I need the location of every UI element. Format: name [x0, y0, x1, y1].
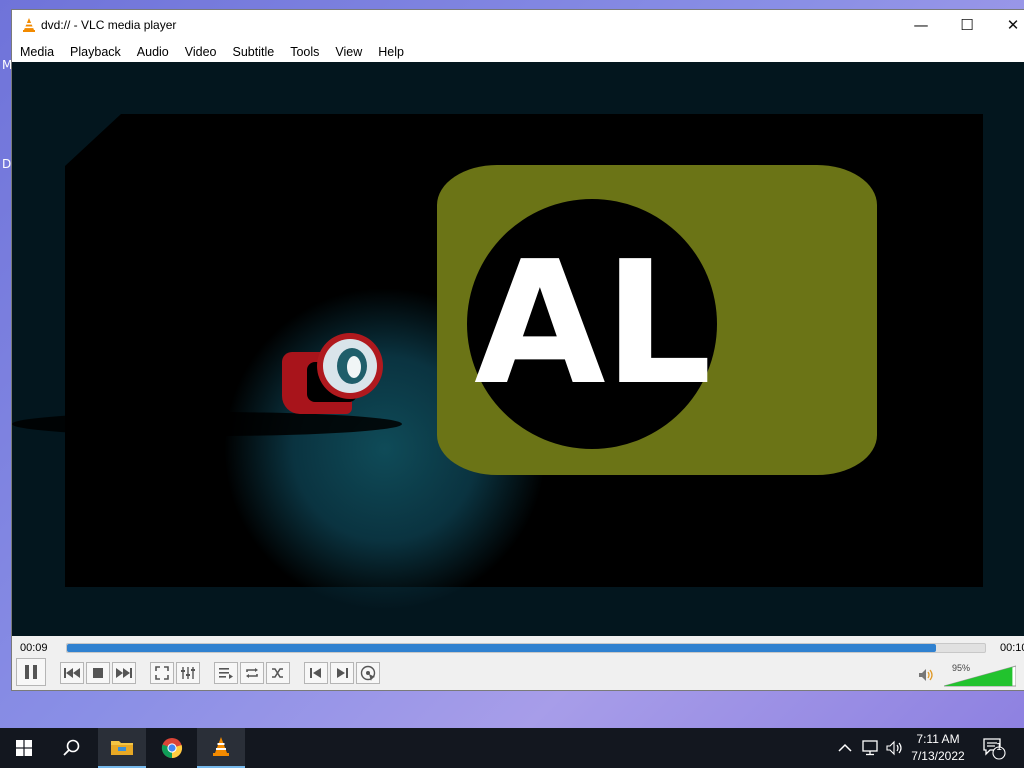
elapsed-time: 00:09 — [20, 642, 48, 654]
playlist-icon — [219, 668, 233, 679]
character-shadow — [12, 412, 402, 436]
vlc-cone-icon — [23, 18, 35, 32]
total-time: 00:10 — [1000, 642, 1024, 654]
close-button[interactable]: ✕ — [990, 10, 1024, 40]
chrome-icon — [161, 738, 183, 759]
menu-tools[interactable]: Tools — [282, 42, 327, 62]
seek-progress — [67, 644, 937, 652]
disc-menu-icon — [360, 665, 376, 681]
shuffle-icon — [272, 668, 283, 678]
minimize-icon: — — [913, 16, 929, 34]
character-eye — [317, 333, 383, 399]
start-button[interactable] — [0, 728, 48, 768]
file-explorer-button[interactable] — [98, 728, 146, 768]
menu-audio[interactable]: Audio — [129, 42, 177, 62]
chevron-up-icon — [838, 743, 852, 752]
menu-video[interactable]: Video — [177, 42, 225, 62]
volume-slider[interactable] — [944, 665, 1016, 687]
menu-help[interactable]: Help — [370, 42, 412, 62]
taskbar: 7:11 AM 7/13/2022 1 — [0, 728, 1024, 768]
next-chapter-button[interactable] — [112, 662, 136, 684]
menu-media[interactable]: Media — [12, 42, 62, 62]
skip-back-icon — [310, 668, 321, 678]
minimize-button[interactable]: — — [898, 10, 944, 40]
file-explorer-icon — [111, 741, 133, 755]
eye-white — [323, 339, 377, 393]
disc-menu-button[interactable] — [356, 662, 380, 684]
frame-by-frame-button[interactable] — [330, 662, 354, 684]
previous-icon — [64, 668, 80, 678]
speaker-tray-icon — [886, 740, 902, 756]
search-button[interactable] — [48, 728, 96, 768]
chrome-button[interactable] — [148, 728, 196, 768]
clock[interactable]: 7:11 AM 7/13/2022 — [905, 731, 971, 765]
desktop-icon-label: D — [2, 157, 12, 171]
loop-button[interactable] — [240, 662, 264, 684]
random-button[interactable] — [266, 662, 290, 684]
loop-icon — [246, 668, 258, 678]
window-title: dvd:// - VLC media player — [41, 18, 177, 32]
previous-chapter-button[interactable] — [60, 662, 84, 684]
action-center-button[interactable]: 1 — [982, 728, 1006, 768]
playlist-button[interactable] — [214, 662, 238, 684]
show-hidden-icons-button[interactable] — [838, 728, 852, 768]
vlc-taskbar-button[interactable] — [197, 728, 245, 768]
previous-frame-button[interactable] — [304, 662, 328, 684]
eye-pupil — [347, 356, 361, 378]
pause-icon — [25, 665, 37, 679]
vlc-window: dvd:// - VLC media player — ☐ ✕ Media Pl… — [12, 10, 1024, 690]
seek-slider[interactable] — [66, 643, 986, 653]
logo-text: AL — [474, 225, 712, 423]
volume-tray-button[interactable] — [886, 728, 904, 768]
menu-view[interactable]: View — [327, 42, 370, 62]
network-button[interactable] — [862, 728, 880, 768]
maximize-icon: ☐ — [960, 16, 974, 34]
next-icon — [116, 668, 132, 678]
pause-button[interactable] — [16, 658, 46, 686]
title-bar[interactable]: dvd:// - VLC media player — ☐ ✕ — [12, 10, 1024, 42]
menu-subtitle[interactable]: Subtitle — [225, 42, 283, 62]
desktop-icon-label: M — [2, 58, 13, 72]
stop-button[interactable] — [86, 662, 110, 684]
maximize-button[interactable]: ☐ — [944, 10, 990, 40]
clock-date: 7/13/2022 — [911, 749, 965, 763]
vlc-icon — [213, 737, 229, 756]
notification-count: 1 — [995, 742, 1003, 753]
clock-time: 7:11 AM — [916, 732, 960, 746]
skip-forward-icon — [337, 668, 348, 678]
menu-playback[interactable]: Playback — [62, 42, 129, 62]
stop-icon — [93, 668, 103, 678]
menu-bar: Media Playback Audio Video Subtitle Tool… — [12, 42, 1024, 62]
extended-settings-button[interactable] — [176, 662, 200, 684]
close-icon: ✕ — [1006, 16, 1020, 34]
search-icon — [63, 739, 80, 756]
start-icon — [16, 740, 32, 756]
video-area[interactable]: AL — [12, 62, 1024, 636]
equalizer-icon — [181, 667, 195, 679]
speaker-icon[interactable] — [918, 668, 934, 686]
eye-iris — [337, 348, 367, 384]
fullscreen-button[interactable] — [150, 662, 174, 684]
network-icon — [862, 740, 878, 756]
fullscreen-icon — [155, 666, 169, 680]
control-bar: 00:09 00:10 — [12, 636, 1024, 690]
